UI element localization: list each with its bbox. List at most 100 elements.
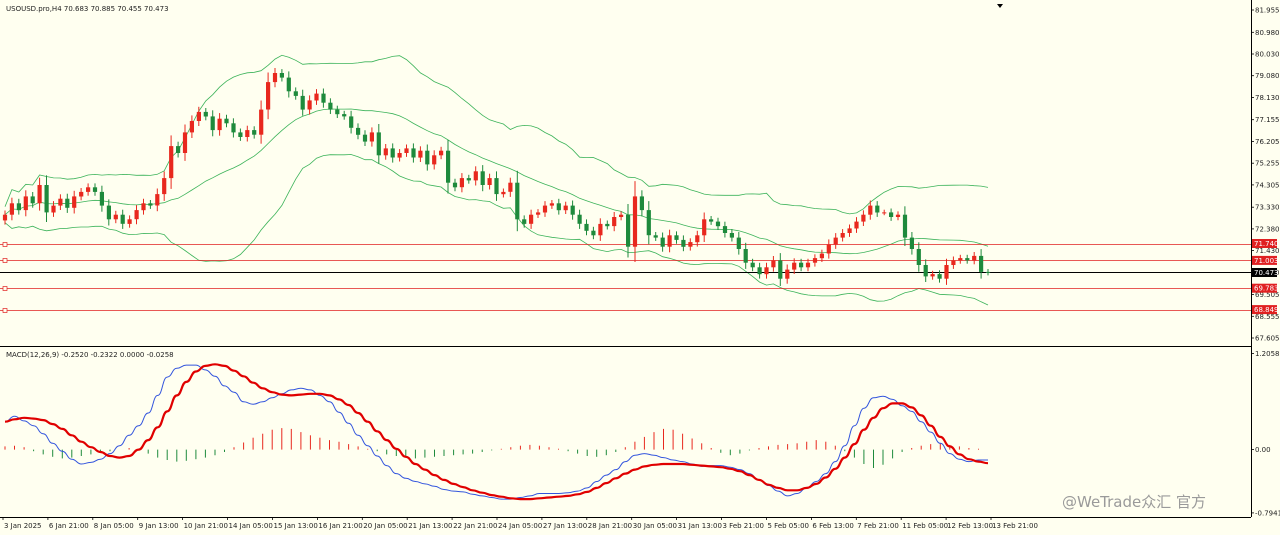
- candle-body: [51, 205, 56, 213]
- time-tick-label: 22 Jan 21:00: [453, 522, 497, 530]
- candle-body: [23, 196, 28, 211]
- chart-canvas[interactable]: USOUSD.pro,H4 70.683 70.885 70.455 70.47…: [0, 0, 1280, 535]
- time-tick-label: 13 Feb 21:00: [992, 522, 1038, 530]
- candle-body: [660, 237, 665, 247]
- candle-body: [196, 111, 201, 121]
- candle-body: [729, 233, 734, 238]
- price-tick-label: 73.330: [1255, 204, 1280, 212]
- time-tick-label: 9 Jan 13:00: [139, 522, 179, 530]
- price-tick-label: 78.130: [1255, 94, 1280, 102]
- time-tick-label: 30 Jan 05:00: [633, 522, 677, 530]
- watermark: @WeTrade众汇 官方: [1062, 493, 1206, 511]
- candle-body: [120, 214, 125, 224]
- candle-body: [314, 93, 319, 101]
- candle-body: [972, 255, 977, 261]
- candle-body: [279, 73, 284, 78]
- level-anchor[interactable]: [2, 308, 8, 313]
- candle-body: [79, 191, 84, 197]
- candle-body: [328, 102, 333, 110]
- candle-body: [771, 260, 776, 268]
- candle-body: [819, 253, 824, 259]
- candle-body: [487, 178, 492, 185]
- candle-body: [542, 205, 548, 213]
- candle-body: [812, 258, 818, 263]
- level-price-tag[interactable]: 71.003: [1252, 255, 1279, 265]
- candle-body: [979, 255, 984, 272]
- candle-body: [902, 214, 908, 238]
- candle-body: [619, 214, 624, 217]
- candle-body: [861, 214, 866, 222]
- price-tick-label: 81.955: [1255, 7, 1280, 15]
- candle-body: [895, 214, 901, 217]
- candle-body: [2, 214, 8, 221]
- price-tick-label: 67.605: [1255, 335, 1280, 343]
- candle-body: [639, 196, 644, 211]
- candle-body: [307, 100, 312, 110]
- time-tick-label: 16 Jan 21:00: [318, 522, 362, 530]
- candle-body: [715, 221, 721, 227]
- candle-body: [390, 148, 395, 158]
- candle-body: [425, 150, 430, 165]
- candle-body: [736, 237, 741, 249]
- candle-body: [778, 260, 783, 279]
- candle-body: [556, 203, 561, 211]
- candle-body: [473, 171, 478, 181]
- candle-body: [383, 148, 388, 156]
- candle-body: [916, 249, 921, 265]
- level-price-tag[interactable]: 71.740: [1252, 239, 1279, 248]
- time-tick-label: 27 Jan 13:00: [543, 522, 587, 530]
- candle-body: [598, 223, 603, 236]
- level-anchor[interactable]: [2, 286, 8, 291]
- candle-body: [695, 235, 700, 243]
- candle-body: [646, 210, 651, 236]
- macd-tick-label: 0.00: [1255, 446, 1271, 454]
- symbol-info: USOUSD.pro,H4 70.683 70.885 70.455 70.47…: [6, 5, 169, 13]
- candle-body: [577, 214, 582, 224]
- candle-body: [113, 214, 118, 220]
- candle-body: [522, 219, 527, 224]
- candle-body: [923, 265, 928, 277]
- candle-body: [501, 191, 506, 195]
- candle-body: [65, 198, 70, 208]
- time-tick-label: 21 Jan 13:00: [408, 522, 452, 530]
- level-anchor[interactable]: [2, 258, 8, 263]
- candle-body: [266, 82, 271, 110]
- time-tick-label: 24 Jan 05:00: [498, 522, 542, 530]
- candle-body: [446, 150, 451, 183]
- current-price-tag[interactable]: 70.473: [1252, 268, 1279, 277]
- candle-body: [757, 267, 762, 275]
- candle-body: [217, 118, 222, 131]
- price-tick-label: 77.155: [1255, 116, 1280, 124]
- price-tick-label: 80.980: [1255, 29, 1280, 37]
- price-tick-label: 76.205: [1255, 138, 1280, 146]
- candle-body: [224, 118, 229, 124]
- price-tag-label: 71.003: [1254, 257, 1279, 265]
- candle-body: [272, 73, 278, 83]
- candle-body: [688, 242, 693, 247]
- time-tick-label: 3 Feb 21:00: [723, 522, 764, 530]
- candle-body: [868, 205, 873, 215]
- candle-body: [300, 95, 305, 110]
- candle-body: [626, 214, 631, 247]
- candle-body: [9, 203, 14, 215]
- candle-body: [958, 258, 963, 261]
- candle-body: [930, 274, 935, 277]
- candle-body: [605, 223, 610, 227]
- candle-body: [466, 178, 471, 181]
- candle-body: [612, 217, 617, 227]
- candle-body: [148, 203, 153, 206]
- candle-body: [376, 132, 381, 156]
- level-price-tag[interactable]: 69.783: [1252, 283, 1279, 293]
- candle-body: [134, 210, 139, 220]
- candle-body: [951, 260, 956, 265]
- price-tag-label: 70.473: [1254, 269, 1279, 277]
- candle-body: [342, 114, 347, 117]
- level-price-tag[interactable]: 68.849: [1252, 305, 1279, 315]
- candle-body: [155, 194, 160, 206]
- candle-body: [238, 132, 243, 137]
- candle-body: [30, 196, 35, 204]
- candle-body: [369, 132, 374, 142]
- candle-body: [965, 258, 970, 261]
- candle-body: [452, 182, 458, 188]
- level-anchor[interactable]: [2, 242, 8, 247]
